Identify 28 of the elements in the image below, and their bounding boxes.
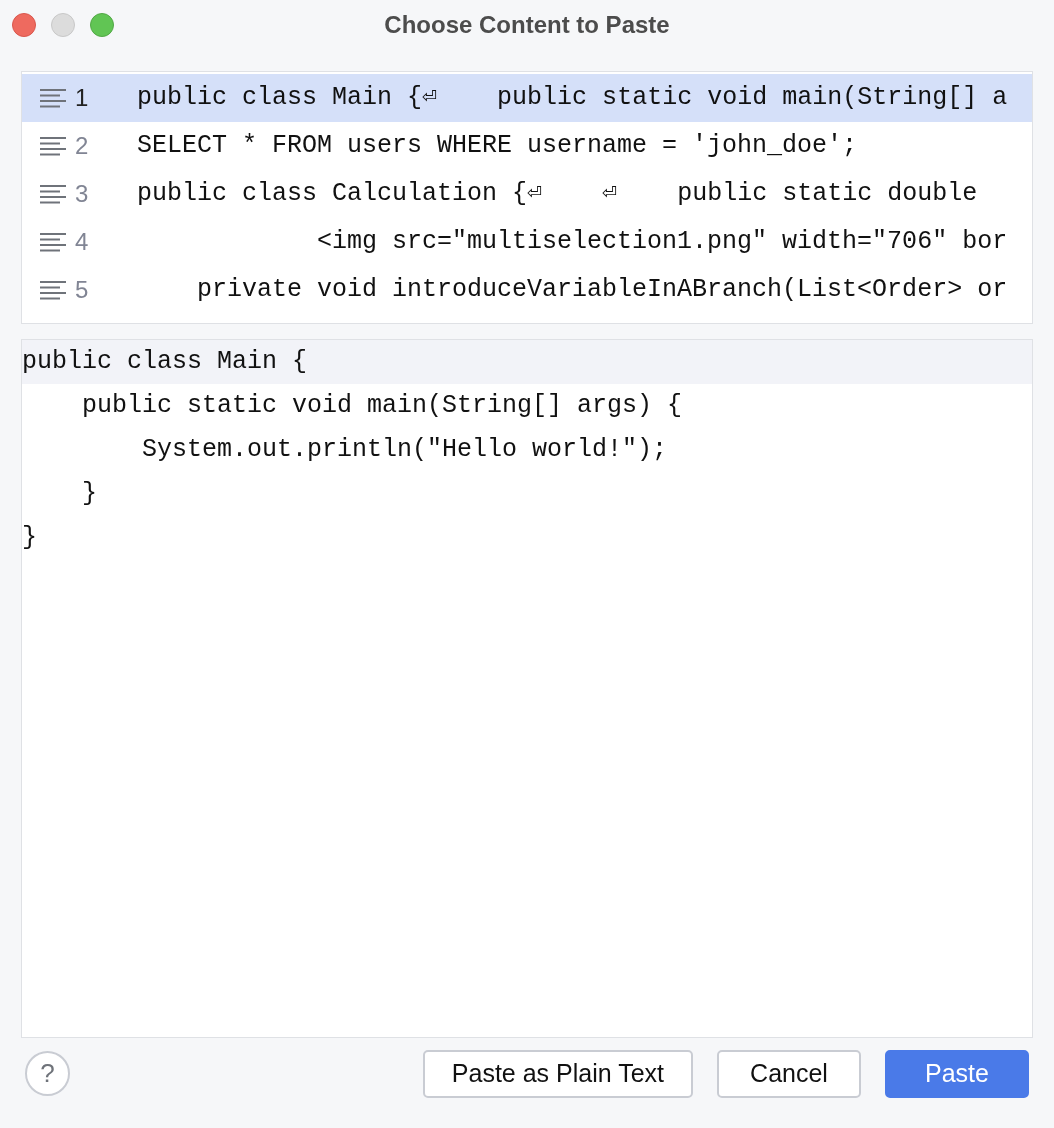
code-line: } xyxy=(22,522,38,555)
clip-text: <img src="multiselection1.png" width="706" bor xyxy=(316,226,1008,259)
code-line: public static void main(String[] args) { xyxy=(81,390,684,423)
item-number: 1 xyxy=(75,83,90,113)
dialog-button[interactable]: Cancel xyxy=(717,1049,861,1098)
clip-text: public class Calculation {⏎ ⏎ public static double xyxy=(137,178,978,211)
text-lines-icon xyxy=(40,88,66,108)
text-lines-icon xyxy=(40,280,66,300)
paste-button[interactable]: Paste xyxy=(885,1049,1029,1098)
code-line: } xyxy=(81,478,98,511)
close-window-button[interactable] xyxy=(12,13,36,37)
code-line: System.out.println("Hello world!"); xyxy=(141,434,669,467)
item-number: 4 xyxy=(75,227,90,257)
clip-text: SELECT * FROM users WHERE username = 'john_doe'; xyxy=(137,130,858,163)
item-number: 3 xyxy=(75,179,90,209)
clip-text: private void introduceVariableInABranch(List<Order> or xyxy=(196,274,1008,307)
clip-text: public class Main {⏎ public static void main(String[] a xyxy=(137,82,1008,115)
zoom-window-button[interactable] xyxy=(90,13,114,37)
item-number: 2 xyxy=(75,131,90,161)
clipboard-item[interactable]: 1 public class Main {⏎ public static void main(String[] a xyxy=(22,74,1032,122)
item-number: 5 xyxy=(75,275,90,305)
help-button[interactable]: ? xyxy=(25,1051,70,1096)
text-lines-icon xyxy=(40,232,66,252)
text-lines-icon xyxy=(40,136,66,156)
window-title: Choose Content to Paste xyxy=(384,10,670,40)
dialog-button[interactable]: Paste as Plain Text xyxy=(422,1049,693,1098)
text-lines-icon xyxy=(40,184,66,204)
minimize-window-button[interactable] xyxy=(51,13,75,37)
